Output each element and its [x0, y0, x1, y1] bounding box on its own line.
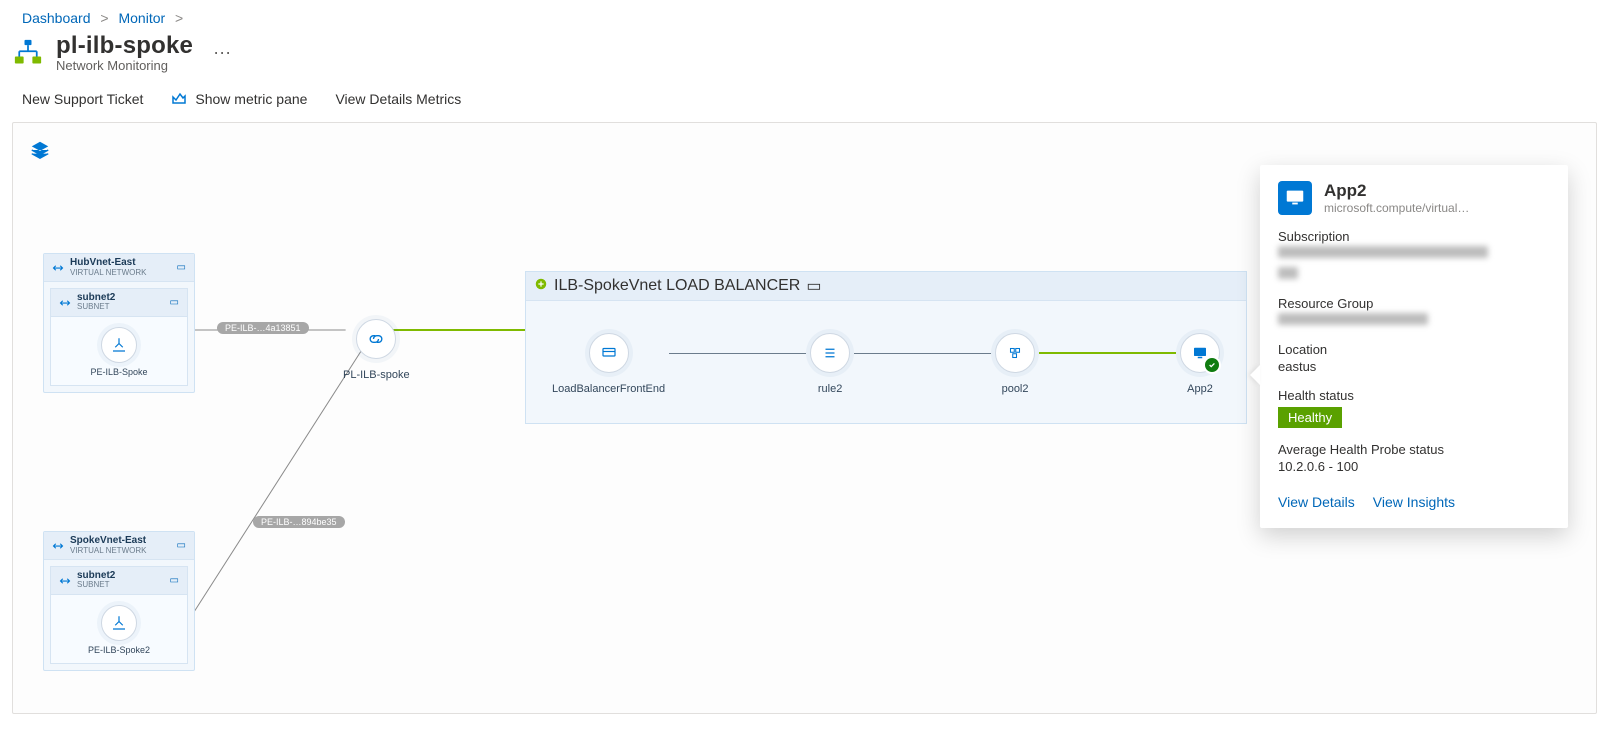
value-probe: 10.2.0.6 - 100: [1278, 459, 1550, 474]
vnet-group-hub[interactable]: HubVnet-East VIRTUAL NETWORK ▭ subnet2 S…: [43, 253, 195, 393]
page-subtitle: Network Monitoring: [56, 58, 193, 73]
vnet-name: HubVnet-East: [70, 258, 146, 269]
show-metric-pane-button[interactable]: Show metric pane: [171, 89, 307, 108]
network-topology-icon: [14, 39, 42, 67]
load-balancer-icon: [534, 277, 548, 296]
vnet-name: SpokeVnet-East: [70, 536, 146, 547]
subnet-group[interactable]: subnet2 SUBNET ▭ PE-ILB-Spoke2: [50, 566, 188, 664]
vnet-icon: [52, 261, 64, 273]
private-endpoint-node[interactable]: [101, 327, 137, 363]
detail-type: microsoft.compute/virtual…: [1324, 201, 1469, 215]
collapse-icon[interactable]: ▭: [177, 540, 186, 551]
page-title: pl-ilb-spoke: [56, 32, 193, 60]
label-resource-group: Resource Group: [1278, 296, 1550, 311]
edge-label[interactable]: PE-ILB-…894be35: [253, 516, 345, 528]
private-endpoint-node[interactable]: [101, 605, 137, 641]
vnet-type: VIRTUAL NETWORK: [70, 269, 146, 277]
view-insights-link[interactable]: View Insights: [1373, 494, 1455, 510]
subnet-icon: [59, 574, 71, 586]
detail-title: App2: [1324, 181, 1469, 201]
collapse-icon[interactable]: ▭: [170, 575, 179, 586]
private-link-node[interactable]: PL-ILB-spoke: [343, 309, 410, 389]
vnet-type: VIRTUAL NETWORK: [70, 547, 146, 555]
lb-pool-node[interactable]: pool2: [995, 323, 1035, 403]
breadcrumb-item[interactable]: Monitor: [118, 10, 165, 26]
node-label: PE-ILB-Spoke2: [51, 645, 187, 655]
breadcrumb: Dashboard > Monitor >: [0, 0, 1609, 26]
lb-app-node[interactable]: App2: [1180, 323, 1220, 403]
node-label: App2: [1187, 383, 1213, 395]
load-balancer-group[interactable]: ILB-SpokeVnet LOAD BALANCER ▭ LoadBalanc…: [525, 271, 1247, 424]
subnet-group[interactable]: subnet2 SUBNET ▭ PE-ILB-Spoke: [50, 288, 188, 386]
node-label: PE-ILB-Spoke: [51, 367, 187, 377]
breadcrumb-item[interactable]: Dashboard: [22, 10, 91, 26]
subnet-type: SUBNET: [77, 303, 115, 311]
detail-card: App2 microsoft.compute/virtual… Subscrip…: [1260, 165, 1568, 528]
node-label: LoadBalancerFrontEnd: [552, 383, 665, 395]
label-probe: Average Health Probe status: [1278, 442, 1550, 457]
tooltip-pointer-icon: [1250, 365, 1260, 385]
label-location: Location: [1278, 342, 1550, 357]
collapse-icon[interactable]: ▭: [177, 262, 186, 273]
node-label: rule2: [818, 383, 842, 395]
topology-canvas[interactable]: PE-ILB-…4a13851 PE-ILB-…894be35 HubVnet-…: [12, 122, 1597, 714]
metrics-icon: [171, 89, 187, 108]
redacted-value: [1278, 267, 1298, 279]
label-subscription: Subscription: [1278, 229, 1550, 244]
health-badge: Healthy: [1278, 407, 1342, 428]
node-label: PL-ILB-spoke: [343, 369, 410, 381]
lb-type: LOAD BALANCER: [666, 277, 800, 294]
lb-rule-node[interactable]: rule2: [810, 323, 850, 403]
edge-label[interactable]: PE-ILB-…4a13851: [217, 322, 309, 334]
vnet-icon: [52, 539, 64, 551]
collapse-icon[interactable]: ▭: [170, 297, 179, 308]
subnet-type: SUBNET: [77, 581, 115, 589]
breadcrumb-sep: >: [169, 10, 189, 26]
label-health: Health status: [1278, 388, 1550, 403]
new-support-ticket-button[interactable]: New Support Ticket: [22, 89, 143, 108]
node-label: pool2: [1002, 383, 1029, 395]
value-location: eastus: [1278, 359, 1550, 374]
redacted-value: [1278, 246, 1488, 258]
toolbar: New Support Ticket Show metric pane View…: [0, 75, 1609, 122]
more-menu-icon[interactable]: ···: [207, 42, 237, 63]
breadcrumb-sep: >: [94, 10, 114, 26]
page-header: pl-ilb-spoke Network Monitoring ···: [0, 26, 1609, 75]
collapse-icon[interactable]: ▭: [806, 276, 821, 296]
redacted-value: [1278, 313, 1428, 325]
vnet-group-spoke[interactable]: SpokeVnet-East VIRTUAL NETWORK ▭ subnet2…: [43, 531, 195, 671]
lb-name: ILB-SpokeVnet: [554, 277, 662, 294]
health-ok-icon: [1203, 356, 1221, 374]
subnet-icon: [59, 296, 71, 308]
vm-icon: [1278, 181, 1312, 215]
view-details-link[interactable]: View Details: [1278, 494, 1355, 510]
lb-frontend-node[interactable]: LoadBalancerFrontEnd: [552, 323, 665, 403]
view-details-metrics-button[interactable]: View Details Metrics: [335, 89, 461, 108]
